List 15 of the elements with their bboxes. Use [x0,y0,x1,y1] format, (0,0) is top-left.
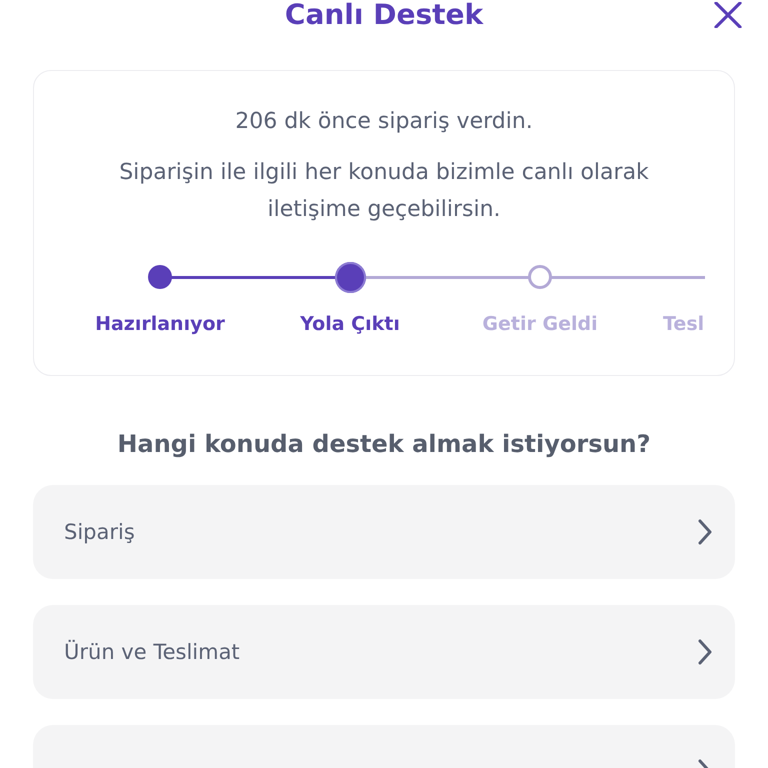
step-label: Tesl [663,313,704,335]
chevron-right-icon [697,519,713,545]
screen-title: Canlı Destek [284,0,484,30]
step-label: Hazırlanıyor [95,313,225,335]
topic-label: Sipariş [64,520,135,544]
support-message: Siparişin ile ilgili her konuda bizimle canlı olarak iletişime geçebilirsin. [118,159,650,224]
topic-label: Ürün ve Teslimat [64,640,240,664]
question-heading: Hangi konuda destek almak istiyorsun? [116,429,652,459]
topic-item[interactable]: Sipariş [33,485,735,579]
chevron-right-icon [697,639,713,665]
order-time-text: 206 dk önce sipariş verdin. [234,108,534,136]
step-label: Getir Geldi [482,313,598,335]
step-label: Yola Çıktı [300,313,400,335]
close-icon[interactable] [714,2,742,28]
topic-item[interactable]: Ürün ve Teslimat [33,605,735,699]
